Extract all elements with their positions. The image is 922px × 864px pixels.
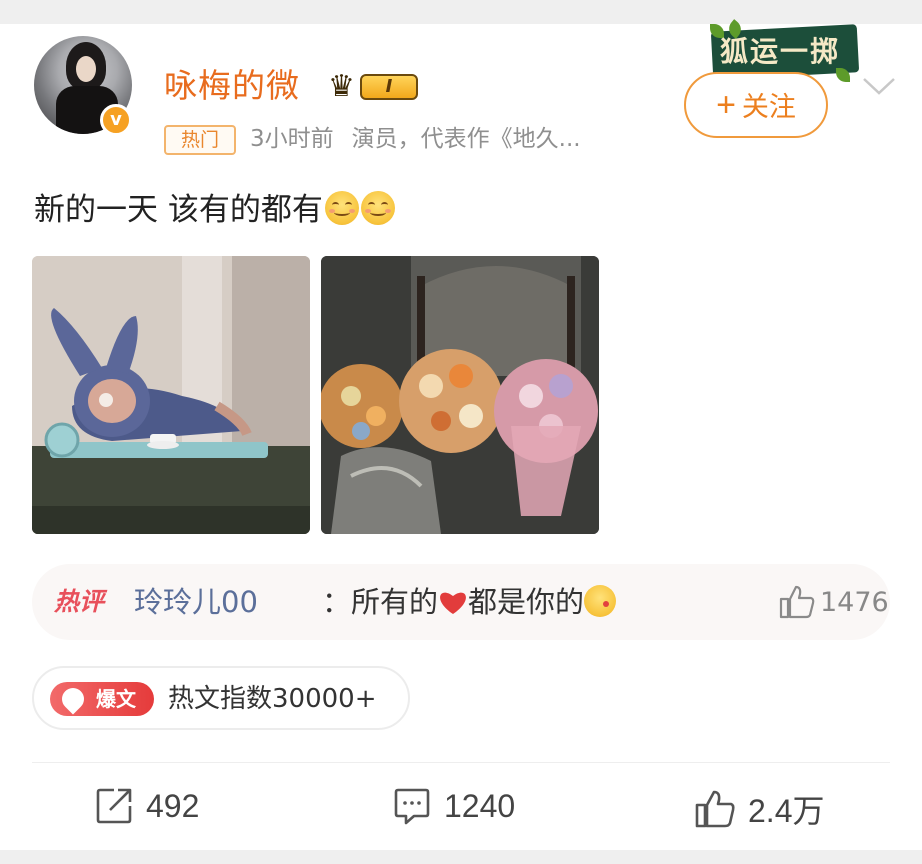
follow-button[interactable]: + 关注 bbox=[684, 72, 828, 138]
level-label: I bbox=[360, 74, 418, 100]
top-gap bbox=[0, 0, 922, 24]
comment-text-after: 都是你的 bbox=[468, 585, 585, 619]
baowen-badge: 爆文 bbox=[50, 682, 154, 716]
hot-tag: 热门 bbox=[164, 125, 236, 155]
thumbs-up-icon bbox=[779, 585, 815, 619]
post-image-2[interactable] bbox=[321, 256, 599, 534]
follow-label: 关注 bbox=[741, 92, 796, 122]
hot-comment-tag: 热评 bbox=[54, 587, 105, 616]
comment-like-count: 1476 bbox=[820, 586, 889, 618]
post-time: 3小时前 bbox=[250, 126, 334, 152]
repost-button[interactable]: 492 bbox=[94, 786, 199, 836]
repost-icon bbox=[96, 788, 132, 824]
kiss-emoji-icon bbox=[584, 585, 617, 617]
divider bbox=[32, 762, 890, 763]
baowen-badge-label: 爆文 bbox=[96, 687, 136, 711]
comment-like-button[interactable]: 1476 bbox=[778, 584, 889, 624]
post-image-1[interactable] bbox=[32, 256, 310, 534]
comment-separator: ： bbox=[322, 585, 352, 619]
smile-emoji-icon bbox=[360, 191, 395, 225]
comment-text: ：所有的 都是你的 bbox=[322, 582, 617, 622]
member-level-badge[interactable]: ♛ I bbox=[326, 66, 426, 106]
author-name[interactable]: 咏梅的微 bbox=[164, 66, 300, 106]
comment-username[interactable]: 玲玲儿00 bbox=[134, 582, 258, 622]
bottom-gap bbox=[0, 850, 922, 864]
hot-index-text: 热文指数30000+ bbox=[168, 684, 377, 714]
like-count: 2.4万 bbox=[748, 793, 825, 829]
post-meta: 3小时前 演员，代表作《地久... bbox=[250, 122, 581, 156]
comment-count: 1240 bbox=[444, 787, 516, 824]
hot-article-chip[interactable]: 爆文 热文指数30000+ bbox=[32, 666, 410, 730]
heart-icon bbox=[440, 592, 466, 614]
post-source: 演员，代表作《地久... bbox=[351, 126, 581, 152]
thumbs-up-icon bbox=[695, 790, 735, 828]
like-button[interactable]: 2.4万 bbox=[694, 786, 825, 836]
comment-icon bbox=[394, 788, 430, 825]
post-text: 新的一天 该有的都有 bbox=[34, 188, 395, 232]
flame-icon bbox=[57, 683, 89, 715]
comment-text-before: 所有的 bbox=[351, 585, 439, 619]
post-text-content: 新的一天 该有的都有 bbox=[34, 192, 323, 228]
verified-icon: v bbox=[100, 104, 132, 136]
hot-comment[interactable]: 热评 玲玲儿00 ：所有的 都是你的 1476 bbox=[32, 564, 890, 640]
smile-emoji-icon bbox=[324, 191, 359, 225]
plus-icon: + bbox=[716, 86, 736, 124]
sticker-text: 狐运一掷 bbox=[720, 35, 841, 68]
comment-button[interactable]: 1240 bbox=[392, 786, 515, 836]
repost-count: 492 bbox=[146, 787, 200, 824]
crown-icon: ♛ bbox=[328, 69, 355, 104]
chevron-down-icon[interactable] bbox=[862, 76, 896, 96]
